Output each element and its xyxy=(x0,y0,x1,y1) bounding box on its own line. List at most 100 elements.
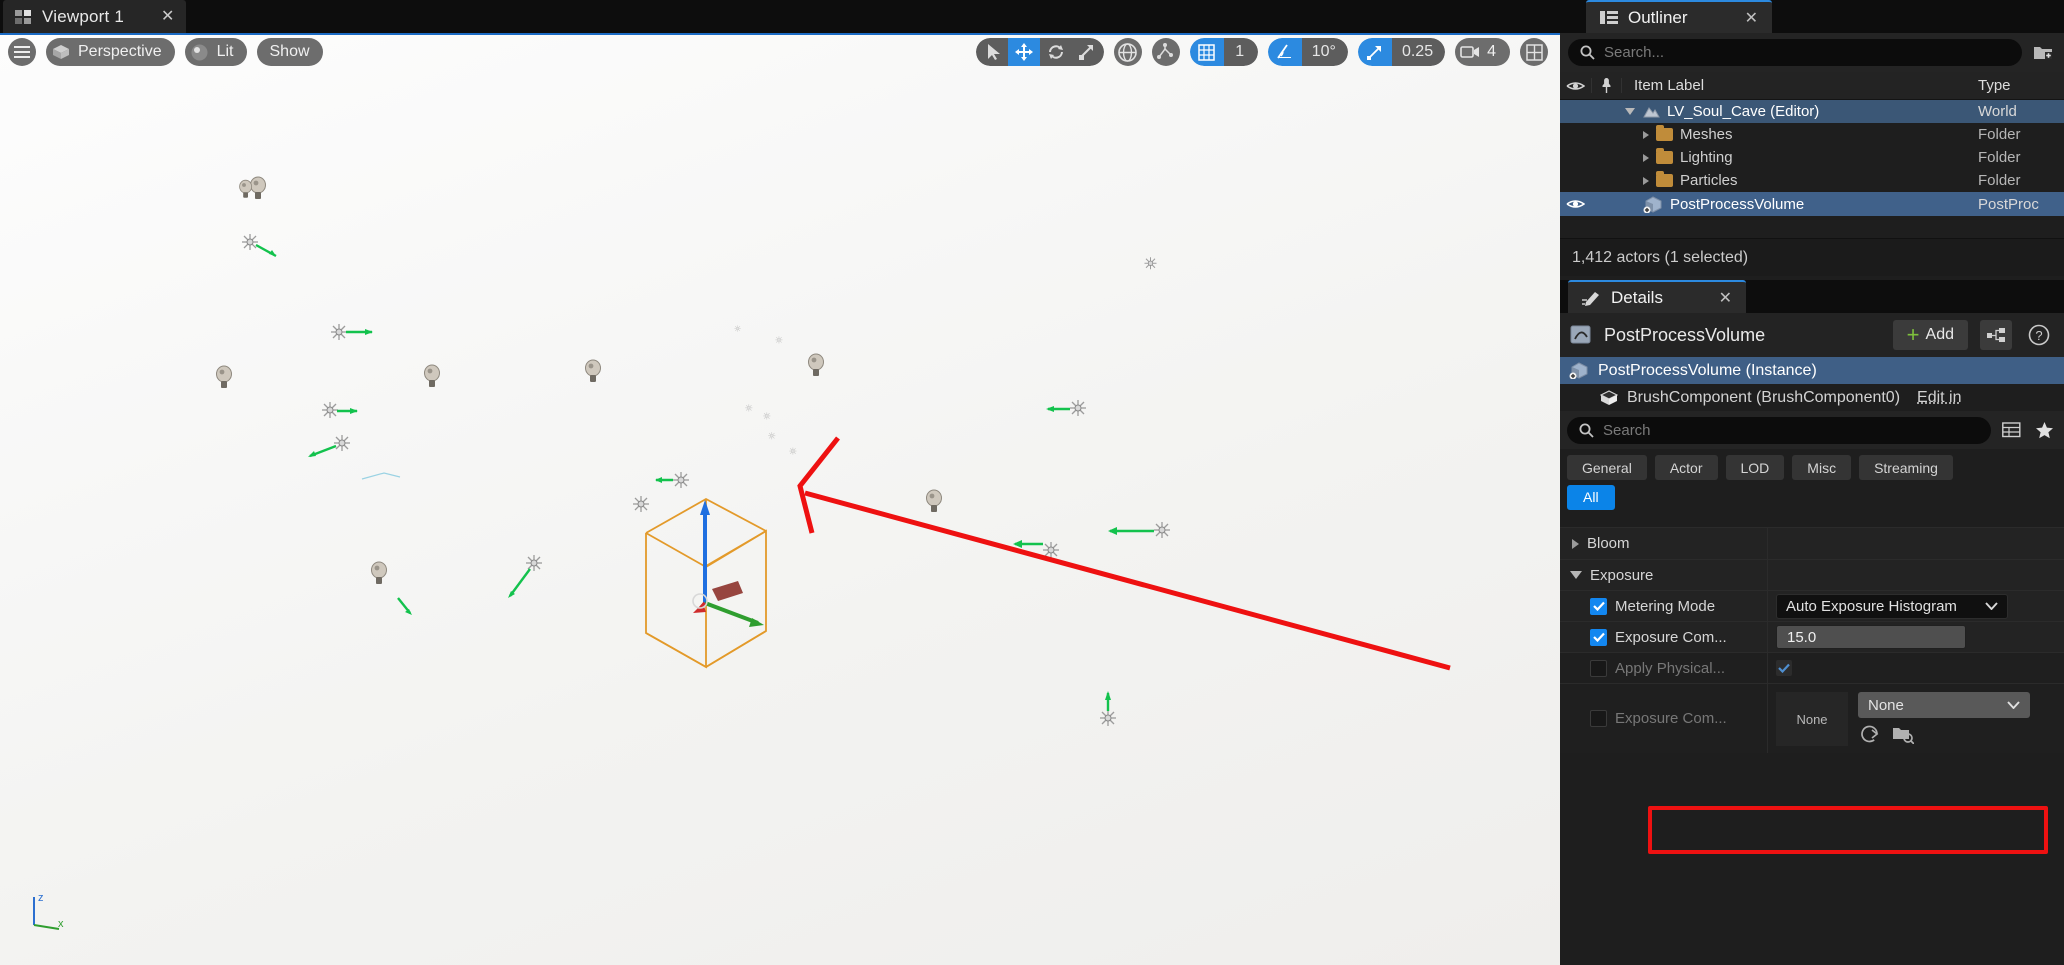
surface-snap-button[interactable] xyxy=(1151,38,1180,66)
chevron-right-icon[interactable] xyxy=(1643,176,1649,185)
move-tool-button[interactable] xyxy=(1007,38,1040,66)
chevron-right-icon[interactable] xyxy=(1643,153,1649,162)
asset-thumbnail[interactable]: None xyxy=(1776,692,1848,746)
camera-speed-value: 4 xyxy=(1487,43,1496,60)
metering-mode-dropdown[interactable]: Auto Exposure Histogram xyxy=(1776,593,2008,619)
svg-text:z: z xyxy=(38,892,44,904)
add-button[interactable]: + Add xyxy=(1892,320,1968,350)
outliner-column-header: Item Label Type xyxy=(1560,72,2064,100)
world-globe-icon xyxy=(1118,42,1138,62)
outliner-row-type: Folder xyxy=(1978,149,2021,166)
close-icon[interactable]: ✕ xyxy=(161,8,174,25)
outliner-row-postprocessvolume[interactable]: PostProcessVolume PostProc xyxy=(1560,192,2064,216)
rotate-tool-button[interactable] xyxy=(1039,38,1072,66)
row-visibility-toggle[interactable] xyxy=(1560,198,1591,210)
filter-tab-streaming[interactable]: Streaming xyxy=(1859,455,1953,480)
type-column-header[interactable]: Type xyxy=(1978,77,2064,94)
asset-picker-dropdown[interactable]: None xyxy=(1858,692,2030,718)
close-icon[interactable]: ✕ xyxy=(1693,288,1732,308)
property-name: Metering Mode xyxy=(1615,597,1716,615)
view-mode-button[interactable]: Lit xyxy=(184,38,247,66)
outliner-row-meshes[interactable]: Meshes Folder xyxy=(1560,123,2064,146)
lit-sphere-icon xyxy=(185,44,215,61)
scale-tool-button[interactable] xyxy=(1071,38,1104,66)
viewport-tabbar: Viewport 1 ✕ xyxy=(0,0,1560,33)
outliner-row-label: Particles xyxy=(1680,172,1738,189)
exposure-curve-checkbox[interactable] xyxy=(1590,710,1607,727)
chevron-right-icon[interactable] xyxy=(1643,130,1649,139)
apply-physical-value-checkbox[interactable] xyxy=(1776,660,1792,676)
exposure-compensation-input[interactable]: 15.0 xyxy=(1776,625,1966,649)
item-label-column-header[interactable]: Item Label xyxy=(1622,77,1978,94)
outliner-tab[interactable]: Outliner ✕ xyxy=(1586,0,1772,33)
select-tool-button[interactable] xyxy=(975,38,1008,66)
scale-snap-toggle[interactable] xyxy=(1357,38,1392,66)
details-filter-tabs: General Actor LOD Misc Streaming xyxy=(1560,449,2064,483)
volume-icon xyxy=(1569,362,1588,379)
exposure-compensation-checkbox[interactable] xyxy=(1590,628,1607,646)
coordinate-system-button[interactable] xyxy=(1113,38,1142,66)
property-category-bloom[interactable]: Bloom xyxy=(1560,527,2064,559)
new-folder-button[interactable] xyxy=(2030,40,2056,66)
folder-icon xyxy=(1656,171,1673,187)
outliner-empty-space xyxy=(1560,216,2064,238)
volume-icon xyxy=(1643,195,1662,213)
camera-speed-button[interactable]: 4 xyxy=(1455,38,1510,66)
filter-tab-general[interactable]: General xyxy=(1567,455,1647,480)
rotate-icon xyxy=(1048,45,1063,59)
view-mode-label: Lit xyxy=(216,43,234,60)
apply-physical-checkbox[interactable] xyxy=(1590,659,1607,677)
camera-mode-button[interactable]: Perspective xyxy=(46,38,175,66)
chevron-down-icon[interactable] xyxy=(1570,571,1582,579)
pin-column-header[interactable] xyxy=(1591,78,1622,93)
metering-mode-checkbox[interactable] xyxy=(1590,597,1607,615)
filter-tab-misc[interactable]: Misc xyxy=(1792,455,1852,480)
angle-snap-value[interactable]: 10° xyxy=(1301,38,1348,66)
outliner-row-world[interactable]: LV_Soul_Cave (Editor) World xyxy=(1560,100,2064,123)
metering-mode-value: Auto Exposure Histogram xyxy=(1786,597,1957,615)
grid-snap-toggle[interactable] xyxy=(1189,38,1224,66)
details-tab-label: Details xyxy=(1611,287,1663,307)
viewport-canvas[interactable]: z x xyxy=(0,33,1560,965)
filter-tab-label: LOD xyxy=(1740,459,1770,476)
columns-button[interactable] xyxy=(1998,417,2024,443)
scale-snap-value[interactable]: 0.25 xyxy=(1391,38,1446,66)
chevron-right-icon[interactable] xyxy=(1572,538,1579,549)
property-category-exposure[interactable]: Exposure xyxy=(1560,559,2064,590)
help-button[interactable]: ? xyxy=(2024,320,2054,350)
property-metering-mode: Metering Mode Auto Exposure Histogram xyxy=(1560,590,2064,621)
actor-count-label: 1,412 actors (1 selected) xyxy=(1572,248,1749,266)
favorites-button[interactable] xyxy=(2031,417,2057,443)
viewport-menu-button[interactable] xyxy=(8,38,36,66)
show-menu-button[interactable]: Show xyxy=(256,38,323,66)
scale-snap-group: 0.25 xyxy=(1357,38,1446,66)
visibility-column-header[interactable] xyxy=(1560,80,1591,92)
details-instance-row[interactable]: PostProcessVolume (Instance) xyxy=(1560,357,2064,384)
chevron-down-icon[interactable] xyxy=(1625,108,1635,115)
outliner-row-lighting[interactable]: Lighting Folder xyxy=(1560,146,2064,169)
outliner-row-particles[interactable]: Particles Folder xyxy=(1560,169,2064,192)
details-tab[interactable]: Details ✕ xyxy=(1568,280,1746,313)
property-name: Exposure xyxy=(1590,566,1654,584)
blueprint-button[interactable] xyxy=(1980,320,2012,350)
viewport-layout-button[interactable] xyxy=(1520,38,1548,66)
details-object-title: PostProcessVolume xyxy=(1604,324,1766,345)
grid-snap-value[interactable]: 1 xyxy=(1223,38,1258,66)
close-icon[interactable]: ✕ xyxy=(1719,8,1758,28)
details-search-input[interactable]: Search xyxy=(1567,416,1991,444)
filter-tab-actor[interactable]: Actor xyxy=(1654,455,1718,480)
grid-snap-group: 1 xyxy=(1189,38,1258,66)
search-icon xyxy=(1580,45,1595,60)
outliner-search-input[interactable]: Search... xyxy=(1568,39,2022,66)
filter-tab-lod[interactable]: LOD xyxy=(1725,455,1785,480)
pin-icon xyxy=(1602,78,1611,93)
transform-tool-group xyxy=(975,38,1104,66)
property-exposure-compensation-curve: Exposure Com... None None xyxy=(1560,683,2064,753)
reset-arrow-icon[interactable] xyxy=(1860,724,1880,744)
filter-tab-all[interactable]: All xyxy=(1567,484,1615,510)
angle-snap-toggle[interactable] xyxy=(1267,38,1302,66)
viewport-tab[interactable]: Viewport 1 ✕ xyxy=(3,0,187,33)
browse-folder-icon[interactable] xyxy=(1892,724,1914,744)
edit-in-link[interactable]: Edit in xyxy=(1917,389,1961,407)
details-component-row[interactable]: BrushComponent (BrushComponent0) Edit in xyxy=(1560,384,2064,411)
